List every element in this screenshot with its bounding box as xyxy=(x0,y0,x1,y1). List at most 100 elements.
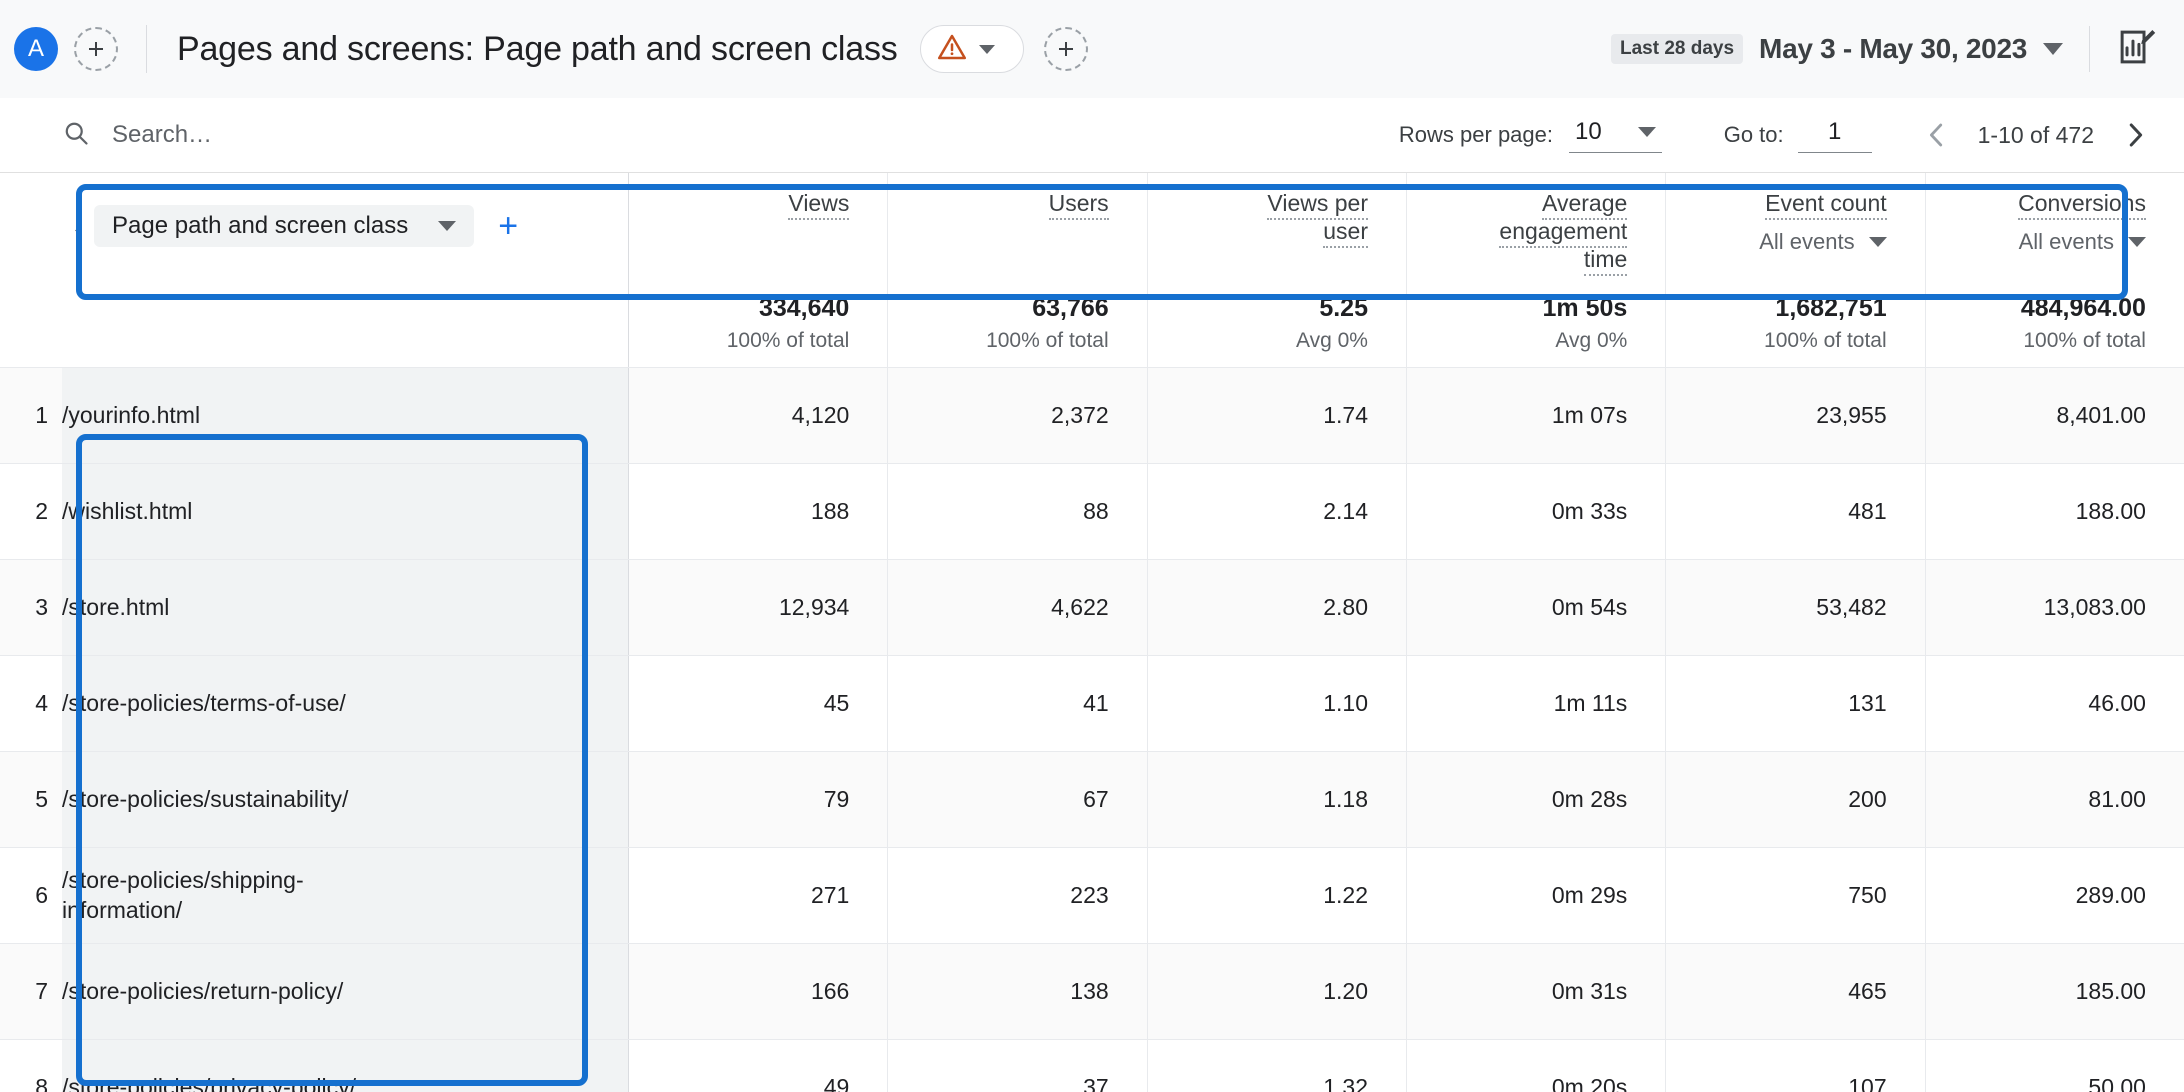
table-totals-row: 334,640 100% of total 63,766 100% of tot… xyxy=(0,279,2184,367)
column-header-label-line3: time xyxy=(1583,246,1628,277)
row-event-count: 465 xyxy=(1665,944,1924,1039)
total-value: 1m 50s xyxy=(1542,293,1628,322)
total-value: 63,766 xyxy=(1032,293,1109,322)
add-dimension-icon[interactable]: + xyxy=(498,209,518,243)
date-range-picker[interactable]: May 3 - May 30, 2023 xyxy=(1759,33,2063,65)
row-average-engagement-time: 1m 07s xyxy=(1405,368,1665,463)
row-views: 45 xyxy=(628,656,887,751)
row-users: 4,622 xyxy=(887,560,1146,655)
row-index: 3 xyxy=(0,560,62,655)
row-dimension-spacer xyxy=(419,752,628,847)
arrow-down-icon[interactable]: ↓ xyxy=(72,214,84,238)
chevron-down-icon[interactable] xyxy=(2127,237,2146,248)
total-value: 484,964.00 xyxy=(2020,293,2146,322)
column-header-label-line2: user xyxy=(1323,218,1368,249)
top-app-bar: A Pages and screens: Page path and scree… xyxy=(0,0,2184,98)
edit-chart-icon[interactable] xyxy=(2116,26,2158,73)
goto-label: Go to: xyxy=(1723,122,1784,147)
column-header-views[interactable]: Views xyxy=(628,173,887,279)
row-conversions: 8,401.00 xyxy=(1924,368,2184,463)
row-average-engagement-time: 0m 28s xyxy=(1405,752,1665,847)
row-event-count: 750 xyxy=(1665,848,1924,943)
column-header-label-line1: Views per xyxy=(1267,190,1368,220)
row-page-path[interactable]: /store.html xyxy=(62,560,419,655)
row-average-engagement-time: 0m 54s xyxy=(1405,560,1665,655)
table-toolbar: Search… Rows per page: 10 Go to: 1 1-10 … xyxy=(0,98,2184,172)
total-users: 63,766 100% of total xyxy=(887,279,1146,367)
row-page-path[interactable]: /store-policies/sustainability/ xyxy=(62,752,419,847)
total-note: Avg 0% xyxy=(1295,328,1368,352)
total-value: 1,682,751 xyxy=(1775,293,1887,322)
dimension-label: Page path and screen class xyxy=(112,212,409,239)
row-views-per-user: 1.32 xyxy=(1146,1040,1406,1092)
table-row[interactable]: 3/store.html 12,934 4,622 2.80 0m 54s 53,482 1… xyxy=(0,559,2184,655)
row-views: 79 xyxy=(628,752,887,847)
row-event-count: 53,482 xyxy=(1665,560,1924,655)
table-row[interactable]: 6/store-policies/shipping-information/27… xyxy=(0,847,2184,943)
conversions-filter-value: All events xyxy=(2018,229,2114,255)
page-title: Pages and screens: Page path and screen … xyxy=(177,29,898,68)
column-header-average-engagement-time[interactable]: Average engagement time xyxy=(1405,173,1665,279)
row-page-path[interactable]: /store-policies/privacy-policy/ xyxy=(62,1040,419,1092)
dimension-selector[interactable]: Page path and screen class xyxy=(94,205,475,247)
row-page-path[interactable]: /yourinfo.html xyxy=(62,368,419,463)
row-users: 67 xyxy=(887,752,1146,847)
goto-page-input[interactable]: 1 xyxy=(1797,118,1872,153)
row-average-engagement-time: 0m 33s xyxy=(1405,464,1665,559)
row-dimension-spacer xyxy=(419,848,628,943)
next-page-button[interactable] xyxy=(2112,118,2158,152)
rows-per-page-select[interactable]: 10 xyxy=(1569,118,1662,153)
totals-dimension-cell xyxy=(0,279,628,367)
table-row[interactable]: 8/store-policies/privacy-policy/49 37 1.32… xyxy=(0,1039,2184,1092)
row-average-engagement-time: 1m 11s xyxy=(1405,656,1665,751)
warning-triangle-icon xyxy=(937,32,967,67)
search-icon xyxy=(62,119,90,152)
total-average-engagement-time: 1m 50s Avg 0% xyxy=(1405,279,1665,367)
row-event-count: 481 xyxy=(1665,464,1924,559)
pagination-controls: Rows per page: 10 Go to: 1 1-10 of 472 xyxy=(1399,118,2158,153)
row-dimension-spacer xyxy=(419,656,628,751)
dimension-header-cell[interactable]: ↓ Page path and screen class + xyxy=(0,173,628,279)
row-users: 223 xyxy=(887,848,1146,943)
row-conversions: 185.00 xyxy=(1924,944,2184,1039)
row-conversions: 50.00 xyxy=(1924,1040,2184,1092)
search-field[interactable]: Search… xyxy=(62,119,212,152)
data-quality-warning-chip[interactable] xyxy=(919,25,1024,73)
row-views: 12,934 xyxy=(628,560,887,655)
column-header-views-per-user[interactable]: Views per user xyxy=(1146,173,1406,279)
table-row[interactable]: 1/yourinfo.html 4,120 2,372 1.74 1m 07s 23,95… xyxy=(0,367,2184,463)
row-views-per-user: 2.14 xyxy=(1146,464,1406,559)
search-input[interactable]: Search… xyxy=(112,121,212,149)
row-page-path[interactable]: /store-policies/shipping-information/ xyxy=(62,848,419,943)
row-views-per-user: 1.22 xyxy=(1146,848,1406,943)
rows-per-page-value: 10 xyxy=(1575,117,1602,145)
add-comparison-icon-2[interactable] xyxy=(1043,27,1088,71)
row-page-path[interactable]: /store-policies/return-policy/ xyxy=(62,944,419,1039)
row-conversions: 81.00 xyxy=(1924,752,2184,847)
row-conversions: 289.00 xyxy=(1924,848,2184,943)
event-count-filter[interactable]: All events xyxy=(1759,229,1887,255)
column-header-label: Views xyxy=(788,190,850,220)
event-count-filter-value: All events xyxy=(1759,229,1855,255)
table-row[interactable]: 5/store-policies/sustainability/79 67 1.18… xyxy=(0,751,2184,847)
column-header-event-count[interactable]: Event count All events xyxy=(1665,173,1924,279)
table-row[interactable]: 2/wishlist.html 188 88 2.14 0m 33s 481 188.00 xyxy=(0,463,2184,559)
chevron-down-icon xyxy=(1637,126,1656,137)
table-row[interactable]: 4/store-policies/terms-of-use/45 41 1.10 1m… xyxy=(0,655,2184,751)
divider xyxy=(2089,26,2090,72)
avatar[interactable]: A xyxy=(14,27,58,71)
row-views: 49 xyxy=(628,1040,887,1092)
row-page-path[interactable]: /wishlist.html xyxy=(62,464,419,559)
row-event-count: 23,955 xyxy=(1665,368,1924,463)
chevron-down-icon[interactable] xyxy=(1868,237,1887,248)
column-header-users[interactable]: Users xyxy=(887,173,1146,279)
row-page-path[interactable]: /store-policies/terms-of-use/ xyxy=(62,656,419,751)
prev-page-button[interactable] xyxy=(1914,118,1960,152)
chevron-down-icon[interactable] xyxy=(438,221,457,231)
add-comparison-icon[interactable] xyxy=(74,27,118,71)
row-views-per-user: 2.80 xyxy=(1146,560,1406,655)
conversions-filter[interactable]: All events xyxy=(2019,229,2146,255)
table-row[interactable]: 7/store-policies/return-policy/166 138 1.2… xyxy=(0,943,2184,1039)
chevron-down-icon[interactable] xyxy=(978,44,995,54)
column-header-conversions[interactable]: Conversions All events xyxy=(1924,173,2184,279)
